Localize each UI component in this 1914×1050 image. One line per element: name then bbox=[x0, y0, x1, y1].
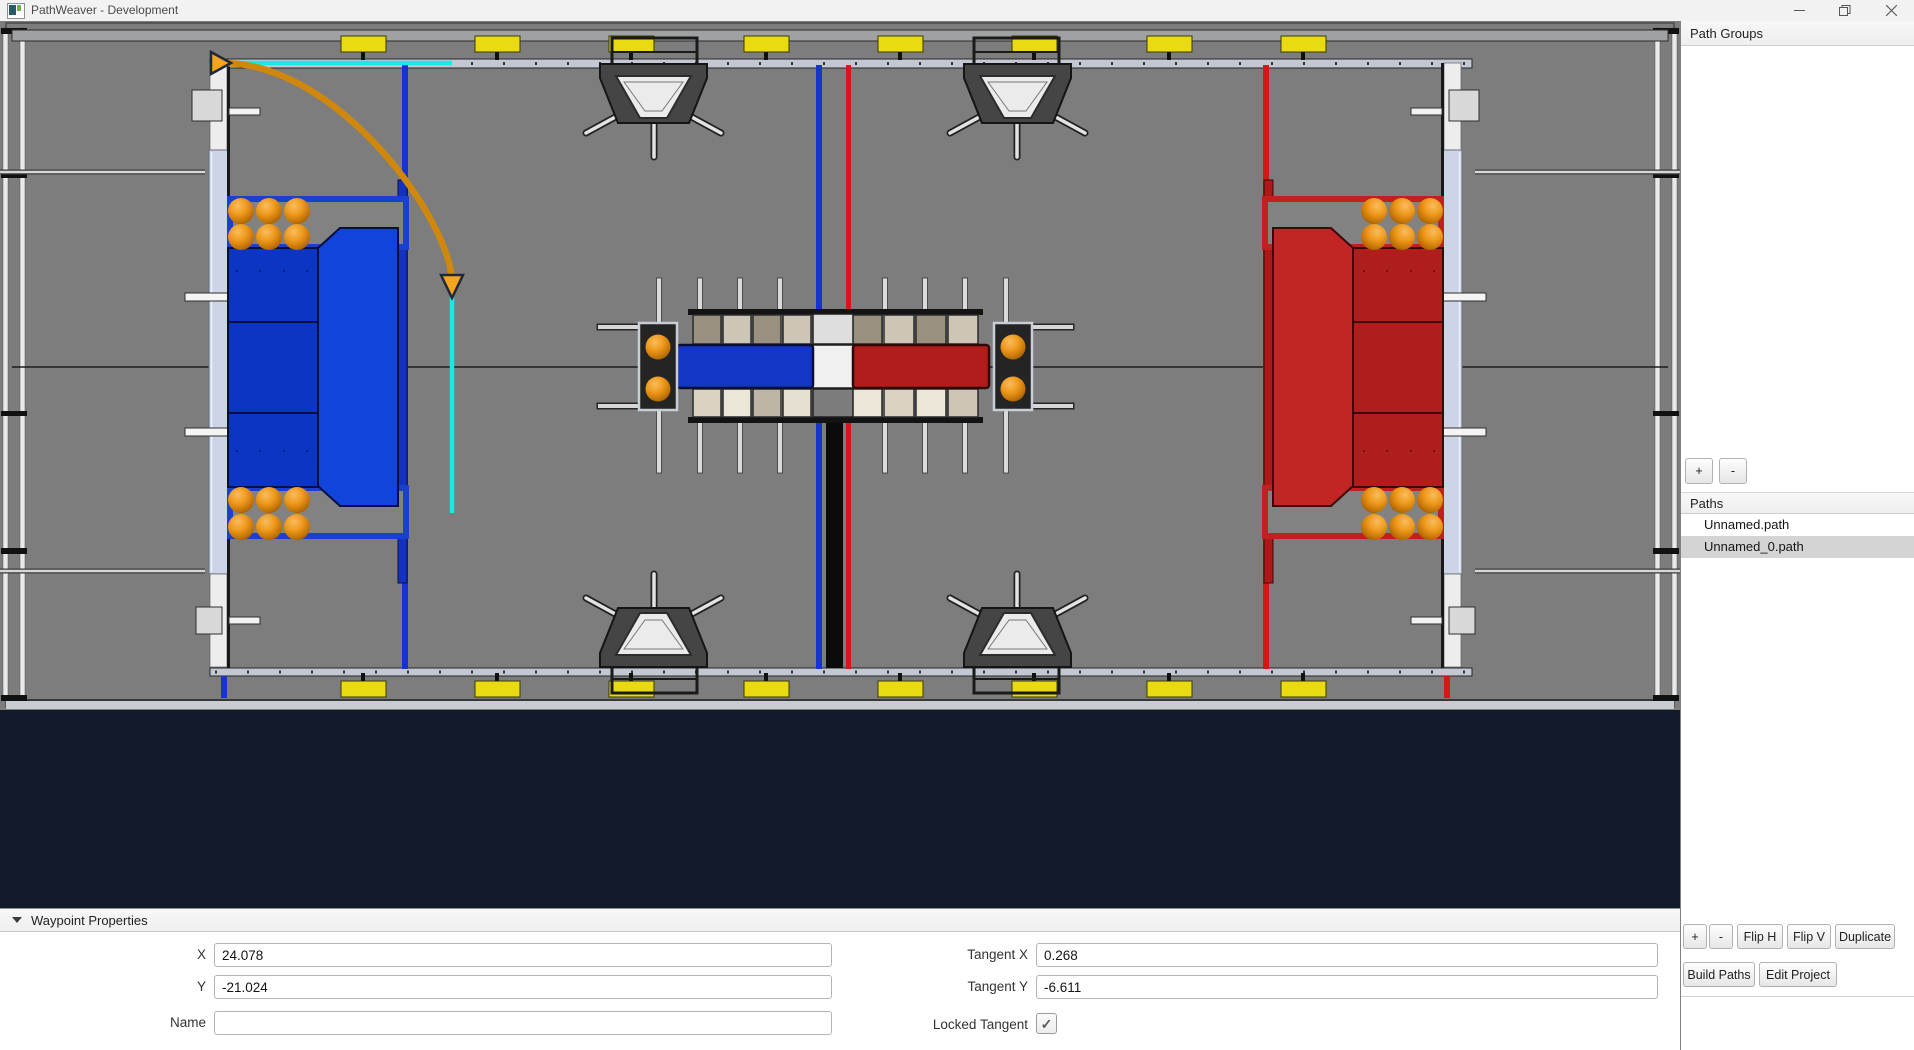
close-button[interactable] bbox=[1868, 0, 1914, 21]
tangent-y-label: Tangent Y bbox=[830, 975, 1028, 999]
sidebar-divider bbox=[1681, 996, 1914, 997]
minimize-icon bbox=[1794, 5, 1805, 16]
waypoint-properties-panel: Waypoint Properties X Y Name Tangent X T… bbox=[0, 908, 1680, 1050]
build-paths-button[interactable]: Build Paths bbox=[1683, 962, 1755, 987]
blue-alliance-structure bbox=[228, 180, 407, 583]
path-list-item[interactable]: Unnamed.path bbox=[1681, 514, 1914, 536]
path-list-item-selected[interactable]: Unnamed_0.path bbox=[1681, 536, 1914, 558]
x-field[interactable] bbox=[214, 943, 832, 967]
name-label: Name bbox=[0, 1011, 206, 1035]
tangent-y-field[interactable] bbox=[1036, 975, 1658, 999]
output-console-area bbox=[0, 710, 1680, 908]
pathweaver-window: { "window": { "title": "PathWeaver - Dev… bbox=[0, 0, 1914, 1050]
field-image bbox=[0, 21, 1680, 710]
locked-tangent-checkbox[interactable] bbox=[1036, 1013, 1057, 1034]
remove-path-button[interactable]: - bbox=[1709, 924, 1733, 949]
restore-icon bbox=[1839, 5, 1851, 16]
collapse-arrow-icon bbox=[12, 917, 22, 923]
remove-path-group-button[interactable]: - bbox=[1719, 458, 1747, 484]
restore-button[interactable] bbox=[1822, 0, 1868, 21]
add-path-group-button[interactable]: + bbox=[1685, 458, 1713, 484]
tangent-x-field[interactable] bbox=[1036, 943, 1658, 967]
name-field[interactable] bbox=[214, 1011, 832, 1035]
waypoint-properties-title: Waypoint Properties bbox=[31, 913, 148, 928]
waypoint-properties-header[interactable]: Waypoint Properties bbox=[0, 908, 1680, 932]
sidebar: Path Groups + - Paths Unnamed.path Unnam… bbox=[1680, 21, 1914, 1050]
add-path-button[interactable]: + bbox=[1683, 924, 1707, 949]
x-label: X bbox=[0, 943, 206, 967]
locked-tangent-label: Locked Tangent bbox=[830, 1013, 1028, 1037]
flip-v-button[interactable]: Flip V bbox=[1787, 924, 1831, 949]
title-bar[interactable]: PathWeaver - Development bbox=[0, 0, 1914, 22]
path-groups-header: Path Groups bbox=[1681, 21, 1914, 46]
red-alliance-structure bbox=[1264, 180, 1443, 583]
tangent-x-label: Tangent X bbox=[830, 943, 1028, 967]
flip-h-button[interactable]: Flip H bbox=[1737, 924, 1783, 949]
checkmark-icon bbox=[1041, 1017, 1053, 1031]
duplicate-button[interactable]: Duplicate bbox=[1835, 924, 1895, 949]
edit-project-button[interactable]: Edit Project bbox=[1759, 962, 1837, 987]
y-field[interactable] bbox=[214, 975, 832, 999]
window-title: PathWeaver - Development bbox=[31, 3, 178, 17]
y-label: Y bbox=[0, 975, 206, 999]
field-canvas[interactable] bbox=[0, 21, 1680, 710]
app-icon bbox=[7, 3, 25, 19]
paths-header: Paths bbox=[1681, 492, 1914, 514]
minimize-button[interactable] bbox=[1776, 0, 1822, 21]
close-icon bbox=[1886, 5, 1897, 16]
